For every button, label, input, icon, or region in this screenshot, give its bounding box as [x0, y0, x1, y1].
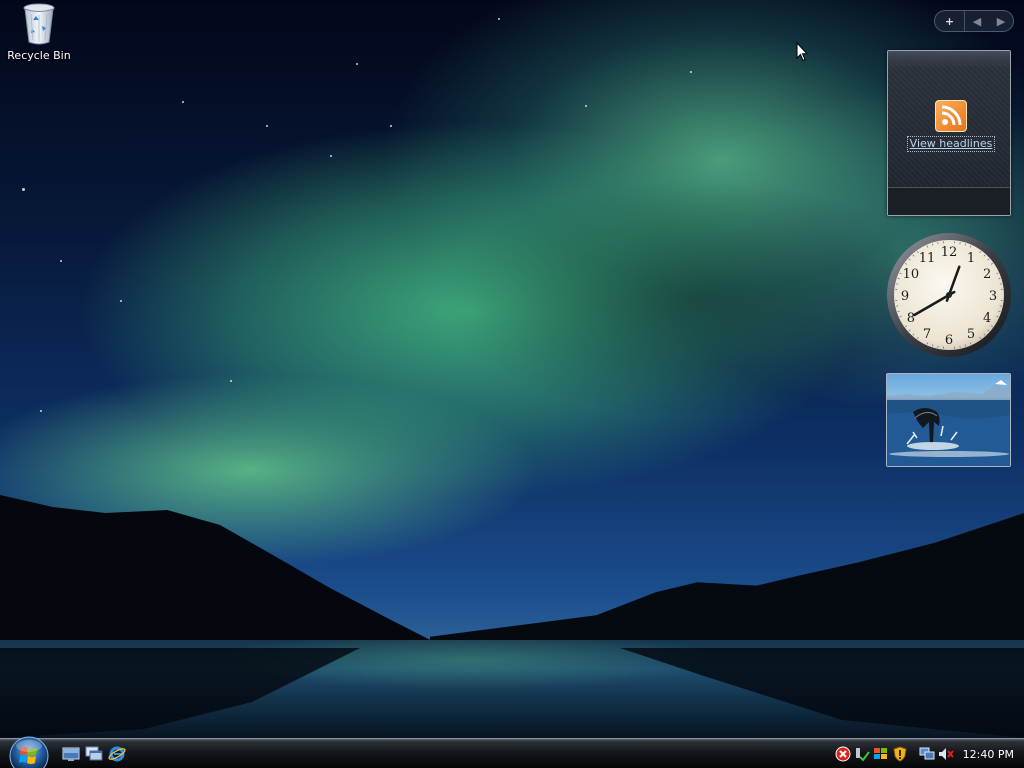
recycle-bin-icon: [23, 3, 55, 45]
clock-numeral: 4: [983, 311, 991, 326]
clock-numeral: 5: [967, 327, 975, 342]
gadget-footer: [888, 187, 1010, 215]
recycle-bin-label: Recycle Bin: [7, 49, 71, 62]
network-icon[interactable]: [919, 746, 935, 762]
security-alert-icon[interactable]: [835, 746, 851, 762]
rss-feed-icon: [935, 100, 967, 132]
feed-headlines-gadget[interactable]: View headlines: [887, 50, 1011, 216]
left-mountain: [0, 495, 440, 645]
slideshow-gadget[interactable]: [886, 373, 1011, 467]
notification-area: 12:40 PM: [835, 739, 1024, 768]
taskbar-clock[interactable]: 12:40 PM: [963, 748, 1014, 761]
shield-warning-icon[interactable]: [892, 746, 908, 762]
clock-gadget[interactable]: 12 12 3 45678 9 1011: [886, 232, 1012, 358]
desktop-background: [0, 0, 1024, 738]
clock-numeral: 7: [923, 327, 931, 342]
next-gadget-page-button[interactable]: ▶: [989, 11, 1013, 31]
windows-update-icon[interactable]: [873, 746, 889, 762]
clock-numeral: 2: [983, 267, 991, 282]
clock-numeral: 11: [919, 251, 936, 266]
add-gadget-button[interactable]: +: [935, 11, 965, 31]
windows-orb-icon[interactable]: [8, 735, 50, 768]
volume-muted-icon[interactable]: [938, 746, 954, 762]
clock-numeral: 12: [941, 245, 958, 260]
clock-numeral: 8: [907, 311, 915, 326]
previous-gadget-page-button[interactable]: ◀: [965, 11, 989, 31]
clock-numeral: 1: [967, 251, 975, 266]
show-desktop-icon[interactable]: [62, 746, 80, 762]
view-headlines-link[interactable]: View headlines: [907, 136, 995, 152]
clock-numeral: 6: [945, 333, 953, 348]
recycle-bin-desktop-icon[interactable]: Recycle Bin: [2, 2, 76, 72]
whale-tail-photo: [887, 380, 1010, 466]
network-status-icon[interactable]: [854, 746, 870, 762]
clock-numeral: 3: [989, 289, 997, 304]
taskbar: 12:40 PM: [0, 735, 1024, 768]
switch-windows-icon[interactable]: [85, 746, 103, 762]
right-mountain: [430, 513, 1024, 645]
clock-numeral: 10: [903, 267, 920, 282]
mouse-cursor-icon: [796, 42, 808, 62]
clock-numeral: 9: [901, 289, 909, 304]
sidebar-controls: + ◀ ▶: [934, 10, 1014, 32]
internet-explorer-icon[interactable]: [108, 746, 126, 762]
